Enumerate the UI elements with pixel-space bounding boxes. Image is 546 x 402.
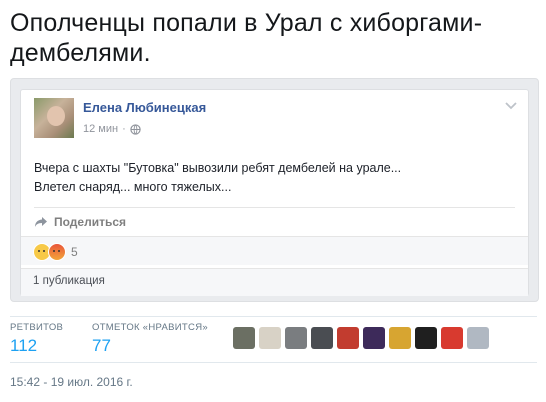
liker-avatar-6[interactable] <box>363 327 385 349</box>
liker-avatar-5[interactable] <box>337 327 359 349</box>
publications-bar[interactable]: 1 публикация <box>21 268 528 296</box>
meta-separator: · <box>122 123 126 135</box>
divider <box>34 207 515 208</box>
liker-avatar-3[interactable] <box>285 327 307 349</box>
post-meta: 12 мин · <box>83 123 141 135</box>
likes-stat[interactable]: ОТМЕТОК «НРАВИТСЯ» 77 <box>92 322 208 356</box>
liker-avatar-4[interactable] <box>311 327 333 349</box>
globe-icon <box>130 123 141 135</box>
author-name[interactable]: Елена Любинецкая <box>83 100 206 115</box>
embedded-post-container: Елена Любинецкая 12 мин · Вчера с шахты … <box>10 78 539 302</box>
retweets-stat[interactable]: РЕТВИТОВ 112 <box>10 322 63 356</box>
post-text-line-2: Влетел снаряд... много тяжелых... <box>34 180 232 194</box>
post-time[interactable]: 12 мин <box>83 123 118 135</box>
share-label: Поделиться <box>54 215 127 229</box>
liker-avatar-8[interactable] <box>415 327 437 349</box>
share-arrow-icon <box>35 217 47 227</box>
author-avatar[interactable] <box>34 98 74 138</box>
angry-emoji-icon <box>48 243 66 261</box>
liker-avatar-2[interactable] <box>259 327 281 349</box>
liker-avatar-1[interactable] <box>233 327 255 349</box>
tweet-stats: РЕТВИТОВ 112 ОТМЕТОК «НРАВИТСЯ» 77 <box>10 316 537 363</box>
tweet-text: Ополченцы попали в Урал с хиборгами-демб… <box>10 9 483 67</box>
reactions-bar[interactable]: 5 <box>21 236 528 265</box>
post-text-line-1: Вчера с шахты "Бутовка" вывозили ребят д… <box>34 161 402 175</box>
publications-count[interactable]: 1 публикация <box>33 275 105 287</box>
likes-label: ОТМЕТОК «НРАВИТСЯ» <box>92 322 208 333</box>
liker-avatars <box>233 327 489 349</box>
tweet-timestamp[interactable]: 15:42 - 19 июл. 2016 г. <box>10 375 133 389</box>
liker-avatar-9[interactable] <box>441 327 463 349</box>
likes-count: 77 <box>92 336 111 355</box>
post-body: Вчера с шахты "Бутовка" вывозили ребят д… <box>34 159 514 197</box>
reaction-count: 5 <box>71 245 78 259</box>
share-button[interactable]: Поделиться <box>34 215 126 229</box>
retweets-label: РЕТВИТОВ <box>10 322 64 333</box>
liker-avatar-10[interactable] <box>467 327 489 349</box>
retweets-count: 112 <box>10 336 38 355</box>
chevron-down-icon[interactable] <box>504 98 518 112</box>
embedded-post[interactable]: Елена Любинецкая 12 мин · Вчера с шахты … <box>20 89 529 296</box>
liker-avatar-7[interactable] <box>389 327 411 349</box>
reactions-summary[interactable]: 5 <box>33 243 78 261</box>
